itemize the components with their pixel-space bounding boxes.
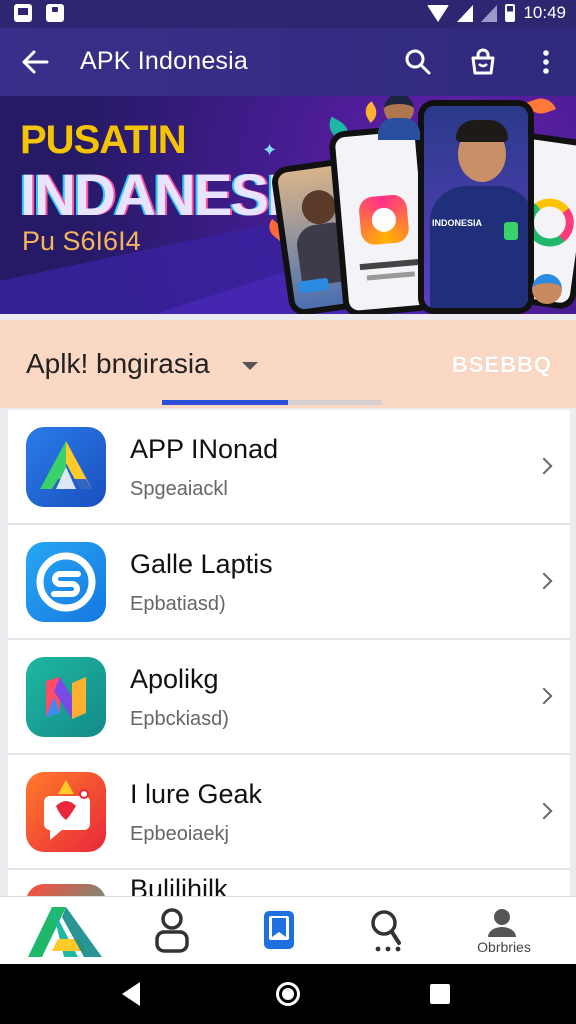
- system-nav-bar: [0, 964, 576, 1024]
- shopping-bag-icon[interactable]: [467, 46, 499, 78]
- app-name: APP INonad: [130, 434, 279, 464]
- bookmark-icon[interactable]: [250, 905, 310, 957]
- shirt-text: INDONESIA: [432, 218, 483, 228]
- profile-icon[interactable]: [144, 905, 204, 957]
- app-subtitle: Epbckiasd): [130, 708, 229, 730]
- list-item[interactable]: I lure Geak Epbeoiaekj: [8, 755, 570, 870]
- app-list: APP INonad Spgeaiackl Galle Laptis Epbat…: [8, 410, 570, 900]
- category-title[interactable]: Aplk! bngirasia: [26, 348, 210, 380]
- list-item[interactable]: Apolikg Epbckiasd): [8, 640, 570, 755]
- category-header: Aplk! bngirasia BSEBBQ: [0, 320, 576, 408]
- chat-bubble-app-icon: [26, 772, 106, 852]
- home-logo-icon[interactable]: [22, 887, 106, 961]
- chevron-down-icon[interactable]: [242, 362, 258, 370]
- search-nav-icon[interactable]: [358, 905, 418, 957]
- status-bar: 10:49: [0, 0, 576, 28]
- sd-card-icon: [46, 4, 64, 22]
- chevron-right-icon: [535, 687, 553, 705]
- person-figure: [532, 274, 562, 304]
- status-time: 10:49: [523, 3, 566, 22]
- system-home-icon[interactable]: [276, 982, 300, 1006]
- list-item[interactable]: Galle Laptis Epbatiasd): [8, 525, 570, 640]
- chevron-right-icon: [535, 802, 553, 820]
- triangle-app-icon: [26, 427, 106, 507]
- app-subtitle: Epbeoiaekj: [130, 823, 229, 845]
- tab-indicator: [162, 400, 288, 405]
- person-figure: [378, 118, 420, 140]
- page-title: APK Indonesia: [80, 47, 248, 75]
- list-item[interactable]: APP INonad Spgeaiackl: [8, 410, 570, 525]
- back-arrow-icon[interactable]: [20, 48, 50, 76]
- app-bar: APK Indonesia: [0, 28, 576, 96]
- colorful-n-app-icon: [26, 657, 106, 737]
- wifi-icon: [427, 4, 450, 22]
- system-recents-icon[interactable]: [430, 984, 450, 1004]
- sparkle-icon: ✦: [262, 140, 278, 160]
- account-label: Obrbries: [477, 939, 531, 955]
- search-icon[interactable]: [402, 46, 434, 78]
- banner-headline-1: PUSATIN: [20, 118, 187, 162]
- battery-icon: [505, 4, 516, 22]
- promo-banner[interactable]: PUSATIN INDANESIA Pu S6I6I4 ✦ INDONESIA: [0, 96, 576, 314]
- system-back-icon[interactable]: [122, 982, 140, 1006]
- phone-mockup: INDONESIA: [418, 100, 534, 314]
- app-subtitle: Spgeaiackl: [130, 478, 228, 500]
- category-code: BSEBBQ: [451, 352, 552, 377]
- signal-2-icon: [481, 4, 498, 22]
- chevron-right-icon: [535, 457, 553, 475]
- blue-s-app-icon: [26, 542, 106, 622]
- chevron-right-icon: [535, 572, 553, 590]
- image-icon: [14, 4, 32, 22]
- app-name: Apolikg: [130, 664, 219, 694]
- more-vert-icon[interactable]: [530, 46, 562, 78]
- app-subtitle: Epbatiasd): [130, 593, 226, 615]
- signal-icon: [457, 4, 474, 22]
- banner-subtitle: Pu S6I6I4: [22, 226, 141, 256]
- bottom-nav: Obrbries: [0, 896, 576, 964]
- app-name: Galle Laptis: [130, 549, 273, 579]
- app-name: I lure Geak: [130, 779, 263, 809]
- leaf-decoration: [361, 101, 381, 123]
